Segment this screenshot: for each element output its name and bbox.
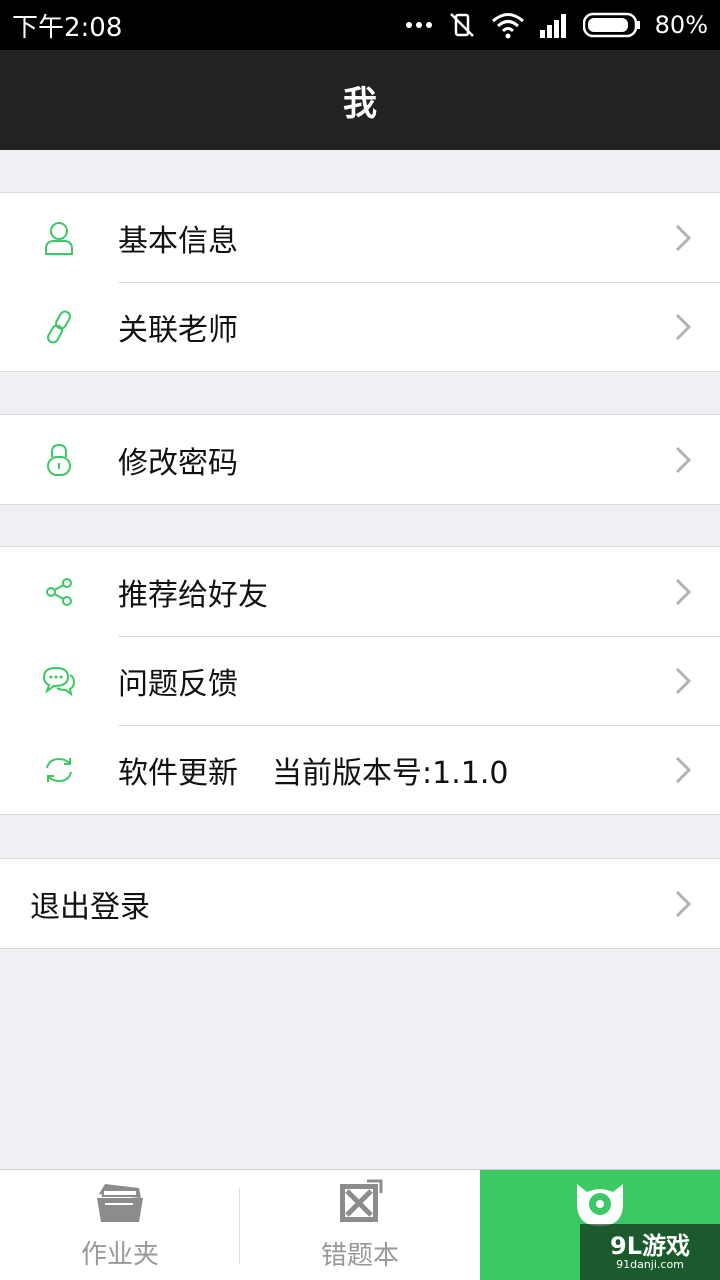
status-bar: 下午2:08 80% <box>0 0 720 50</box>
menu-item-label: 关联老师 <box>118 312 238 348</box>
menu-item-change-password[interactable]: 修改密码 <box>0 415 720 504</box>
menu-item-label: 退出登录 <box>30 889 150 925</box>
vibrate-mute-icon <box>447 10 477 40</box>
more-dots-icon <box>405 21 433 29</box>
menu-item-share[interactable]: 推荐给好友 <box>0 547 720 636</box>
battery-icon <box>582 12 641 38</box>
status-time: 下午2:08 <box>12 12 123 43</box>
chat-icon <box>40 662 78 700</box>
battery-percent: 80% <box>654 11 708 39</box>
tab-label: 作业夹 <box>80 1239 159 1270</box>
tab-homework-folder[interactable]: 作业夹 <box>0 1170 240 1280</box>
signal-icon <box>539 12 569 38</box>
menu-item-label: 问题反馈 <box>118 666 238 702</box>
chevron-right-icon <box>674 666 692 696</box>
menu-item-label: 推荐给好友 <box>118 577 268 613</box>
tab-label: 错题本 <box>320 1240 399 1271</box>
user-icon <box>40 219 78 257</box>
chevron-right-icon <box>674 445 692 475</box>
version-number: 当前版本号:1.1.0 <box>272 755 509 791</box>
title-bar: 我 <box>0 50 720 150</box>
link-icon <box>40 308 78 346</box>
menu-item-label: 修改密码 <box>118 445 238 481</box>
settings-group-profile: 基本信息 关联老师 <box>0 192 720 372</box>
chevron-right-icon <box>674 755 692 785</box>
menu-item-label: 基本信息 <box>118 223 238 259</box>
chevron-right-icon <box>674 577 692 607</box>
page-title: 我 <box>343 83 377 124</box>
refresh-icon <box>40 751 78 789</box>
watermark-url: 91danji.com <box>616 1258 684 1271</box>
folder-icon <box>95 1180 145 1228</box>
logout-button[interactable]: 退出登录 <box>0 859 720 948</box>
settings-group-security: 修改密码 <box>0 414 720 505</box>
settings-group-app: 推荐给好友 问题反馈 软件更新 当前版本号:1.1.0 <box>0 546 720 815</box>
chevron-right-icon <box>674 889 692 919</box>
status-icons: 80% <box>405 10 708 40</box>
chevron-right-icon <box>674 223 692 253</box>
site-watermark: 9L游戏 91danji.com <box>580 1224 720 1280</box>
menu-item-feedback[interactable]: 问题反馈 <box>0 636 720 725</box>
menu-item-label: 软件更新 当前版本号:1.1.0 <box>118 748 508 792</box>
tab-wrong-book[interactable]: 错题本 <box>240 1170 480 1280</box>
settings-group-logout: 退出登录 <box>0 858 720 949</box>
chevron-right-icon <box>674 312 692 342</box>
lock-icon <box>40 441 78 479</box>
menu-item-software-update[interactable]: 软件更新 当前版本号:1.1.0 <box>0 725 720 814</box>
menu-item-label-text: 软件更新 <box>118 755 238 791</box>
share-icon <box>40 573 78 611</box>
wifi-icon <box>491 11 525 39</box>
watermark-logo-text: 9L游戏 <box>610 1232 690 1260</box>
menu-item-link-teacher[interactable]: 关联老师 <box>0 282 720 371</box>
wrong-book-icon <box>337 1179 383 1229</box>
menu-item-basic-info[interactable]: 基本信息 <box>0 193 720 282</box>
